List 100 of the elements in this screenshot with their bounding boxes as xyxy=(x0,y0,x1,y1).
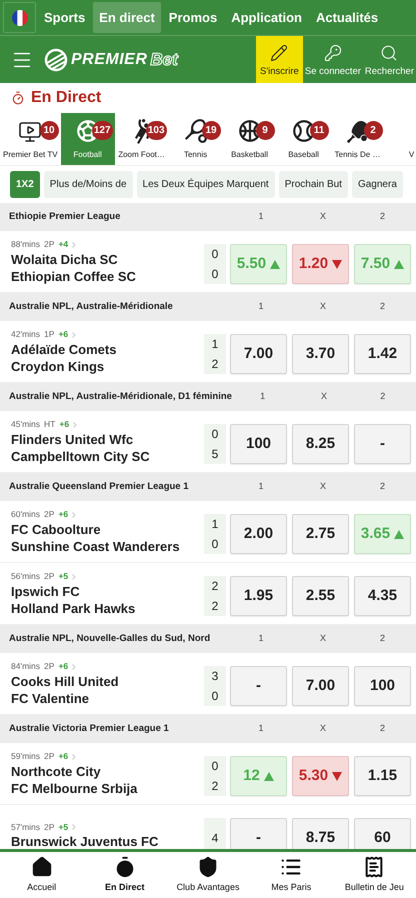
bottom-nav-item[interactable]: Accueil xyxy=(0,852,84,898)
odds-button[interactable]: 100 xyxy=(230,424,287,464)
match-period: HT xyxy=(44,418,56,431)
column-label: 1 xyxy=(257,480,264,494)
score-box: 1 2 xyxy=(204,334,226,374)
sport-tab[interactable]: Tennis De … 2 xyxy=(330,113,385,165)
receipt-icon xyxy=(363,856,386,878)
column-label: 2 xyxy=(378,300,386,314)
market-tab[interactable]: Les Deux Équipes Marquent xyxy=(136,171,275,198)
odds-button[interactable]: 2.75 xyxy=(292,514,349,554)
team-name: Croydon Kings xyxy=(11,358,106,375)
match-time: 57'mins xyxy=(11,820,40,834)
column-label: 1 xyxy=(259,390,266,404)
more-markets-link[interactable]: +6 xyxy=(58,660,68,673)
odds-button[interactable]: 7.00 xyxy=(230,334,287,374)
page-title: En Direct xyxy=(31,88,102,108)
match-time: 84'mins xyxy=(11,660,40,673)
up-arrow-icon xyxy=(394,530,404,538)
more-markets-link[interactable]: +5 xyxy=(58,570,68,583)
flag-icon xyxy=(12,10,28,26)
market-tab[interactable]: Gagnera xyxy=(352,171,403,198)
more-markets-link[interactable]: +6 xyxy=(59,418,70,431)
market-tab[interactable]: Prochain But xyxy=(278,171,348,198)
match-period: 2P xyxy=(44,820,54,834)
match-time: 56'mins xyxy=(11,570,40,583)
odds-button[interactable]: 60 xyxy=(354,818,411,849)
team-name: Holland Park Hawks xyxy=(11,600,136,617)
match-time: 88'mins xyxy=(11,238,40,251)
logo-text: Bet xyxy=(150,48,178,71)
sport-tab[interactable]: Basketball 9 xyxy=(222,113,277,165)
chevron-icon xyxy=(72,824,76,830)
odds-button[interactable]: 2.55 xyxy=(292,576,349,616)
nav-tab[interactable]: Sports xyxy=(38,2,92,33)
column-label: 1 xyxy=(257,722,264,736)
sport-tab[interactable]: Premier Bet TV 10 xyxy=(0,113,61,165)
header-action-button[interactable]: Se connecter xyxy=(302,36,363,83)
bottom-nav-item[interactable]: Mes Paris xyxy=(250,852,333,898)
odds-button[interactable]: 2.00 xyxy=(230,514,287,554)
up-arrow-icon xyxy=(270,260,280,268)
odds-button[interactable]: - xyxy=(230,666,287,706)
nav-tab[interactable]: Actualités xyxy=(310,2,384,33)
sport-tab[interactable]: Tennis 19 xyxy=(168,113,223,165)
team-name: Ipswich FC xyxy=(11,582,81,600)
bottom-nav-item[interactable]: En Direct xyxy=(83,852,166,898)
nav-tab[interactable]: Application xyxy=(225,2,308,33)
match-time: 42'mins xyxy=(11,328,40,341)
odds-button[interactable]: 4.35 xyxy=(354,576,411,616)
score-box: 3 0 xyxy=(204,666,226,706)
team-name: Flinders United Wfc xyxy=(11,430,134,448)
odds-button[interactable]: 1.42 xyxy=(354,334,411,374)
header-action-button[interactable]: Rechercher xyxy=(362,36,416,83)
stopwatch-icon xyxy=(11,91,25,105)
pencil-icon xyxy=(270,44,288,62)
score-box: 0 5 xyxy=(204,424,226,464)
count-badge: 9 xyxy=(256,121,275,140)
key-icon xyxy=(324,44,342,62)
bottom-nav-item[interactable]: Bulletin de Jeu xyxy=(332,852,416,898)
score-box: 4 xyxy=(204,818,226,849)
odds-button[interactable]: 3.70 xyxy=(292,334,349,374)
down-arrow-icon xyxy=(332,772,342,780)
match-period: 2P xyxy=(44,508,54,521)
odds-button[interactable]: 1.95 xyxy=(230,576,287,616)
match-period: 1P xyxy=(44,328,54,341)
team-name: Cooks Hill United xyxy=(11,672,120,690)
more-markets-link[interactable]: +4 xyxy=(58,238,68,251)
chevron-icon xyxy=(72,664,76,670)
odds-button[interactable]: 1.15 xyxy=(354,756,411,796)
odds-button[interactable]: 1.20 xyxy=(292,244,349,284)
odds-button[interactable]: 5.30 xyxy=(292,756,349,796)
more-markets-link[interactable]: +5 xyxy=(58,820,68,834)
odds-button[interactable]: 8.25 xyxy=(292,424,349,464)
count-badge: 127 xyxy=(92,121,113,140)
up-arrow-icon xyxy=(264,772,274,780)
more-markets-link[interactable]: +6 xyxy=(58,750,68,763)
odds-button[interactable]: - xyxy=(354,424,411,464)
odds-button[interactable]: 100 xyxy=(354,666,411,706)
bottom-nav-item[interactable]: Club Avantages xyxy=(166,852,250,898)
header-action-button[interactable]: S'inscrire xyxy=(256,36,303,83)
sport-tab[interactable]: Baseball 11 xyxy=(276,113,331,165)
chevron-icon xyxy=(72,574,76,580)
nav-tab[interactable]: Promos xyxy=(162,2,224,33)
sport-tab[interactable]: Zoom Foot… 103 xyxy=(114,113,169,165)
more-markets-link[interactable]: +6 xyxy=(58,508,68,521)
column-label: X xyxy=(318,632,327,646)
more-markets-link[interactable]: +6 xyxy=(58,328,68,341)
odds-button[interactable]: 7.00 xyxy=(292,666,349,706)
column-label: X xyxy=(318,480,327,494)
odds-button[interactable]: - xyxy=(230,818,287,849)
odds-button[interactable]: 8.75 xyxy=(292,818,349,849)
team-name: FC Caboolture xyxy=(11,520,102,538)
match-time: 59'mins xyxy=(11,750,40,763)
language-button[interactable] xyxy=(3,2,36,33)
league-name: Australie Victoria Premier League 1 xyxy=(9,722,170,736)
count-badge: 19 xyxy=(202,121,221,140)
market-tab[interactable]: 1X2 xyxy=(10,171,40,198)
sport-tab[interactable]: Football 127 xyxy=(60,113,115,165)
market-tab[interactable]: Plus de/Moins de xyxy=(44,171,133,198)
home-icon xyxy=(30,856,53,878)
sport-tab[interactable]: V xyxy=(384,113,416,165)
column-label: X xyxy=(318,722,327,736)
